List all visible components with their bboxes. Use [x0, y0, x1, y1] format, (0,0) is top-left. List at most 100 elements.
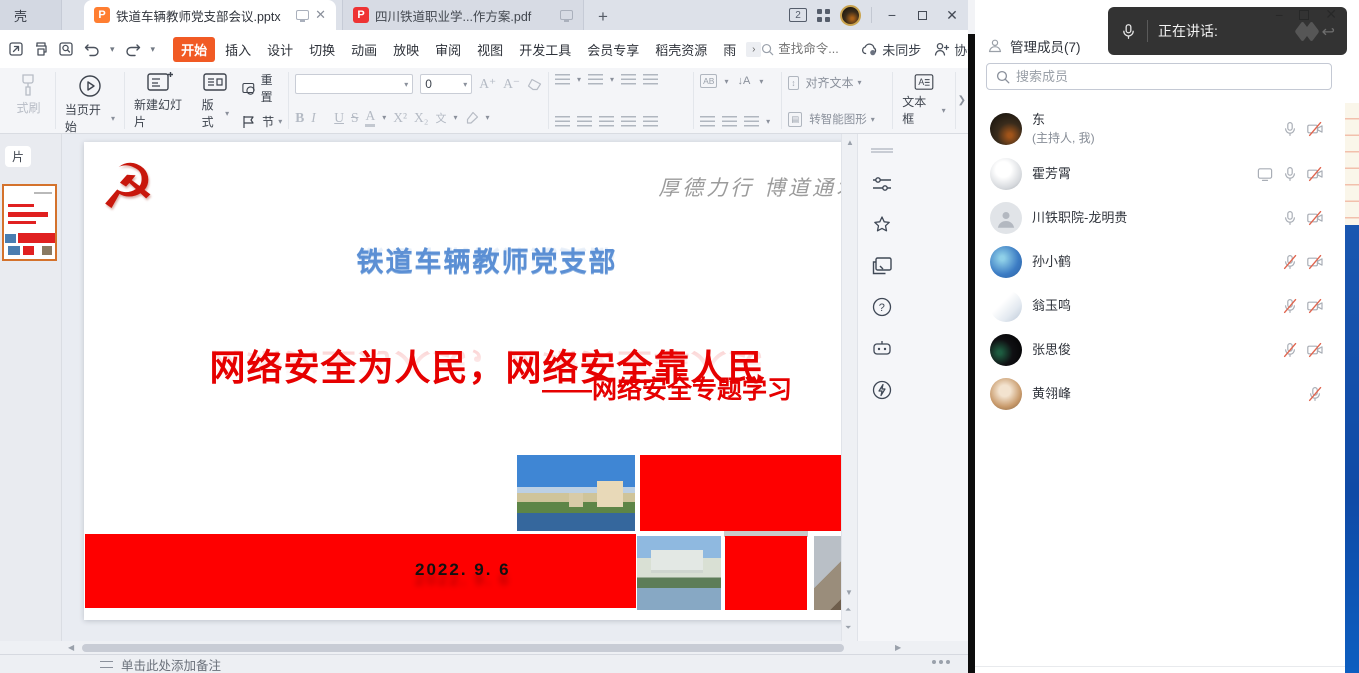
menu-tab-member[interactable]: 会员专享	[581, 37, 645, 62]
slide-layout-button[interactable]: 版式▾	[199, 71, 233, 130]
app-grid-icon[interactable]	[817, 9, 830, 22]
export-icon[interactable]	[8, 41, 24, 57]
slides-pane-tab[interactable]: 片	[5, 146, 31, 167]
red-block-2[interactable]	[725, 536, 807, 610]
italic-button[interactable]: I	[311, 110, 327, 126]
menu-tab-insert[interactable]: 插入	[219, 37, 257, 62]
menu-tab-devtools[interactable]: 开发工具	[513, 37, 577, 62]
subscript-button[interactable]: X₂	[414, 110, 428, 126]
member-row[interactable]: 翁玉鸣	[975, 284, 1345, 328]
undo-icon[interactable]	[83, 42, 101, 57]
align-center-icon[interactable]	[577, 116, 592, 127]
new-slide-button[interactable]: 新建幻灯片	[131, 71, 189, 130]
previous-slide-icon[interactable]: ▼	[845, 588, 853, 597]
mic-on-icon[interactable]	[1282, 166, 1298, 182]
qa-more-icon[interactable]: ▾	[151, 44, 156, 55]
menu-tab-transition[interactable]: 切换	[303, 37, 341, 62]
font-size-combo[interactable]: 0▾	[420, 74, 472, 94]
bold-button[interactable]: B	[295, 110, 304, 126]
tab-docer-partial[interactable]: 壳	[0, 0, 62, 30]
menu-tab-slideshow[interactable]: 放映	[387, 37, 425, 62]
reset-button[interactable]: 重置	[242, 71, 282, 105]
member-row[interactable]: 黄翎峰	[975, 372, 1345, 416]
menu-tab-view[interactable]: 视图	[471, 37, 509, 62]
vertical-scrollbar[interactable]: ▲ ▼ ⏶ ⏷	[841, 134, 857, 641]
wps-close-button[interactable]: ✕	[942, 7, 962, 24]
line-spacing-2-icon[interactable]	[722, 116, 737, 127]
underline-button[interactable]: U	[334, 110, 344, 126]
strike-button[interactable]: S	[351, 110, 359, 126]
justify-icon[interactable]	[621, 116, 636, 127]
increase-indent-icon[interactable]	[643, 74, 658, 85]
notes-bar[interactable]: 单击此处添加备注	[0, 654, 968, 673]
bullet-list-icon[interactable]	[555, 74, 570, 85]
party-emblem-icon[interactable]: ☭	[100, 156, 156, 218]
next-slide-double-icon[interactable]: ⏷	[845, 623, 853, 633]
align-text-button[interactable]: 对齐文本▾	[806, 74, 862, 91]
tab-monitor-icon[interactable]	[560, 10, 573, 20]
align-right-icon[interactable]	[599, 116, 614, 127]
print-preview-icon[interactable]	[58, 41, 74, 57]
menu-tab-home[interactable]: 开始	[173, 37, 215, 62]
duplicate-icon[interactable]	[872, 257, 892, 275]
phonetic-guide-button[interactable]: 文	[436, 110, 447, 126]
tab-presentation[interactable]: P 铁道车辆教师党支部会议.pptx ✕	[84, 0, 336, 30]
find-command-input[interactable]	[778, 42, 848, 56]
screen-share-icon[interactable]	[1257, 166, 1273, 182]
superscript-button[interactable]: X²	[393, 110, 407, 126]
member-row[interactable]: 孙小鹤	[975, 240, 1345, 284]
tab-monitor-icon[interactable]	[296, 10, 309, 20]
member-row[interactable]: 张思俊	[975, 328, 1345, 372]
properties-sliders-icon[interactable]	[872, 175, 892, 193]
wps-maximize-button[interactable]	[912, 7, 932, 23]
member-row[interactable]: 霍芳霄	[975, 152, 1345, 196]
clear-format-icon[interactable]	[527, 78, 542, 91]
line-spacing-1-icon[interactable]	[700, 116, 715, 127]
text-box-button[interactable]: A 文本框▾	[899, 74, 948, 127]
scroll-right-icon[interactable]: ▶	[895, 643, 901, 652]
sync-status[interactable]: 未同步	[861, 40, 921, 59]
member-search-input[interactable]	[1016, 69, 1322, 84]
help-icon[interactable]: ?	[872, 297, 892, 317]
panel-drag-handle[interactable]	[871, 148, 893, 153]
red-banner[interactable]: 2022. 9. 6	[85, 534, 636, 608]
to-smart-graphic-button[interactable]: 转智能图形▾	[809, 111, 875, 127]
slide-1-thumbnail[interactable]	[2, 184, 57, 261]
camera-off-icon[interactable]	[1307, 210, 1323, 226]
rotate-text-icon[interactable]: ↓A	[735, 74, 752, 88]
font-color-dropdown-icon[interactable]: ▾	[382, 113, 386, 122]
assistant-robot-icon[interactable]	[872, 339, 892, 358]
subtitle-text[interactable]: ——网络安全专题学习	[542, 370, 792, 406]
campus-photo-1[interactable]	[517, 455, 635, 531]
camera-off-icon[interactable]	[1307, 342, 1323, 358]
previous-slide-double-icon[interactable]: ⏶	[845, 605, 853, 615]
text-direction-icon[interactable]: AB	[700, 74, 717, 88]
mic-off-icon[interactable]	[1282, 254, 1298, 270]
align-left-icon[interactable]	[555, 116, 570, 127]
wps-minimize-button[interactable]: −	[882, 7, 902, 23]
increase-font-icon[interactable]: A⁺	[479, 76, 496, 92]
slide-1[interactable]: ☭ 厚德力行 博道通术 铁道车辆教师党支部 网络安全为人民，网络安全靠人民 ——…	[84, 142, 890, 620]
tab-close-icon[interactable]: ✕	[315, 7, 326, 23]
menu-overflow-icon[interactable]: ›	[746, 42, 761, 57]
new-tab-button[interactable]: +	[598, 7, 608, 30]
menu-tab-rain-partial[interactable]: 雨	[717, 37, 742, 62]
decrease-font-icon[interactable]: A⁻	[503, 76, 520, 92]
font-color-button[interactable]: A	[365, 108, 375, 127]
camera-off-icon[interactable]	[1307, 298, 1323, 314]
font-name-combo[interactable]: ▾	[295, 74, 413, 94]
camera-off-icon[interactable]	[1307, 121, 1323, 137]
inspiration-bolt-icon[interactable]	[872, 380, 892, 400]
menu-tab-design[interactable]: 设计	[261, 37, 299, 62]
numbered-list-icon[interactable]	[588, 74, 603, 85]
scroll-up-icon[interactable]: ▲	[846, 138, 854, 147]
notes-placeholder[interactable]: 单击此处添加备注	[121, 655, 221, 673]
find-command-box[interactable]	[761, 42, 848, 56]
line-spacing-3-icon[interactable]	[744, 116, 759, 127]
user-avatar[interactable]	[840, 5, 861, 26]
menu-tab-animation[interactable]: 动画	[345, 37, 383, 62]
menu-tab-docer[interactable]: 稻壳资源	[649, 37, 713, 62]
mic-off-icon[interactable]	[1282, 298, 1298, 314]
mic-off-icon[interactable]	[1307, 386, 1323, 402]
camera-off-icon[interactable]	[1307, 166, 1323, 182]
